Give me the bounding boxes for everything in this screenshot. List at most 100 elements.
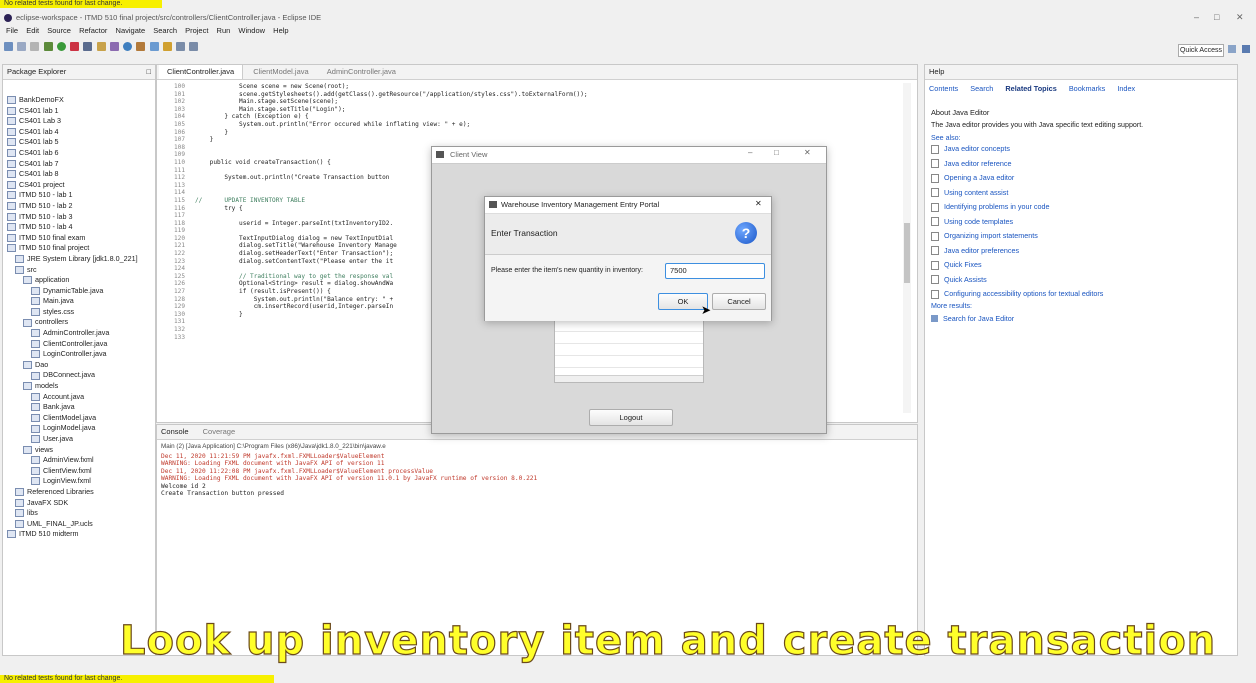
help-link[interactable]: Opening a Java editor bbox=[931, 171, 1231, 186]
menu-project[interactable]: Project bbox=[185, 26, 208, 35]
tree-item[interactable]: UML_FINAL_JP.ucls bbox=[7, 519, 153, 530]
forward-icon[interactable] bbox=[189, 42, 199, 51]
tree-item[interactable]: Account.java bbox=[7, 392, 153, 403]
cancel-button[interactable]: Cancel bbox=[712, 293, 766, 310]
dialog-close-button[interactable]: ✕ bbox=[755, 199, 762, 208]
tree-item[interactable]: ITMD 510 - lab 1 bbox=[7, 190, 153, 201]
menu-source[interactable]: Source bbox=[47, 26, 71, 35]
help-link[interactable]: Java editor concepts bbox=[931, 142, 1231, 157]
tree-item[interactable]: CS401 lab 4 bbox=[7, 127, 153, 138]
java-perspective-icon[interactable] bbox=[1242, 45, 1250, 53]
tree-item[interactable]: LoginController.java bbox=[7, 349, 153, 360]
search-toolbar-icon[interactable] bbox=[149, 42, 159, 51]
tree-item[interactable]: JavaFX SDK bbox=[7, 498, 153, 509]
help-link[interactable]: Java editor reference bbox=[931, 157, 1231, 172]
menu-refactor[interactable]: Refactor bbox=[79, 26, 107, 35]
save-icon[interactable] bbox=[17, 42, 27, 51]
help-related-topics-tab[interactable]: Related Topics bbox=[1005, 84, 1056, 93]
editor-tab-clientcontroller[interactable]: ClientController.java bbox=[159, 65, 244, 79]
tree-item[interactable]: User.java bbox=[7, 434, 153, 445]
tree-item[interactable]: CS401 lab 6 bbox=[7, 148, 153, 159]
tree-item[interactable]: ClientController.java bbox=[7, 339, 153, 350]
inventory-table[interactable] bbox=[554, 319, 704, 383]
menu-edit[interactable]: Edit bbox=[26, 26, 39, 35]
tree-item[interactable]: LoginView.fxml bbox=[7, 476, 153, 487]
client-view-maximize-button[interactable]: □ bbox=[774, 148, 779, 157]
tree-item[interactable]: application bbox=[7, 275, 153, 286]
back-icon[interactable] bbox=[176, 42, 186, 51]
menu-search[interactable]: Search bbox=[153, 26, 177, 35]
tree-item[interactable]: CS401 lab 5 bbox=[7, 137, 153, 148]
help-link[interactable]: Quick Fixes bbox=[931, 258, 1231, 273]
tree-item[interactable]: AdminController.java bbox=[7, 328, 153, 339]
tree-item[interactable]: ITMD 510 final project bbox=[7, 243, 153, 254]
new-icon[interactable] bbox=[4, 42, 13, 51]
menu-run[interactable]: Run bbox=[217, 26, 231, 35]
table-horizontal-scrollbar[interactable] bbox=[555, 375, 703, 382]
quick-access-box[interactable]: Quick Access bbox=[1178, 44, 1224, 57]
package-explorer-tab[interactable]: Package Explorer bbox=[7, 67, 66, 76]
tree-item[interactable]: CS401 lab 7 bbox=[7, 159, 153, 170]
help-link[interactable]: Using content assist bbox=[931, 186, 1231, 201]
tree-item[interactable]: JRE System Library [jdk1.8.0_221] bbox=[7, 254, 153, 265]
tree-item[interactable]: models bbox=[7, 381, 153, 392]
help-link[interactable]: Organizing import statements bbox=[931, 229, 1231, 244]
tree-item[interactable]: styles.css bbox=[7, 307, 153, 318]
tree-item[interactable]: ClientView.fxml bbox=[7, 466, 153, 477]
editor-scroll-thumb[interactable] bbox=[904, 223, 910, 283]
annotation-next-icon[interactable] bbox=[162, 42, 172, 51]
console-tab[interactable]: Console bbox=[161, 427, 189, 436]
tree-item[interactable]: controllers bbox=[7, 317, 153, 328]
help-link[interactable]: Using code templates bbox=[931, 215, 1231, 230]
console-output[interactable]: Dec 11, 2020 11:21:59 PM javafx.fxml.FXM… bbox=[157, 453, 917, 497]
external-tools-icon[interactable] bbox=[83, 42, 93, 51]
help-bookmarks-tab[interactable]: Bookmarks bbox=[1069, 84, 1106, 93]
menu-help[interactable]: Help bbox=[273, 26, 288, 35]
tree-item[interactable]: LoginModel.java bbox=[7, 423, 153, 434]
tree-item[interactable]: CS401 project bbox=[7, 180, 153, 191]
help-link[interactable]: Identifying problems in your code bbox=[931, 200, 1231, 215]
quantity-input[interactable]: 7500 bbox=[665, 263, 765, 279]
tree-item[interactable]: DynamicTable.java bbox=[7, 286, 153, 297]
editor-tab-admincontroller[interactable]: AdminController.java bbox=[319, 65, 404, 79]
new-package-icon[interactable] bbox=[109, 42, 119, 51]
tree-item[interactable]: CS401 lab 8 bbox=[7, 169, 153, 180]
editor-tab-clientmodel[interactable]: ClientModel.java bbox=[245, 65, 316, 79]
help-contents-tab[interactable]: Contents bbox=[929, 84, 958, 93]
tree-item[interactable]: Dao bbox=[7, 360, 153, 371]
client-view-close-button[interactable]: ✕ bbox=[804, 148, 811, 157]
maximize-button[interactable]: □ bbox=[1214, 12, 1219, 22]
tree-item[interactable]: Main.java bbox=[7, 296, 153, 307]
editor-vertical-scrollbar[interactable] bbox=[903, 83, 911, 413]
tree-item[interactable]: libs bbox=[7, 508, 153, 519]
help-index-tab[interactable]: Index bbox=[1117, 84, 1135, 93]
tree-item[interactable]: ITMD 510 final exam bbox=[7, 233, 153, 244]
tree-item[interactable]: src bbox=[7, 265, 153, 276]
tree-item[interactable]: DBConnect.java bbox=[7, 370, 153, 381]
tree-item[interactable]: BankDemoFX bbox=[7, 95, 153, 106]
tree-item[interactable]: Bank.java bbox=[7, 402, 153, 413]
help-search-tab[interactable]: Search bbox=[970, 84, 993, 93]
tree-item[interactable]: AdminView.fxml bbox=[7, 455, 153, 466]
help-tab[interactable]: Help bbox=[929, 67, 944, 76]
menu-navigate[interactable]: Navigate bbox=[116, 26, 146, 35]
coverage-tab[interactable]: Coverage bbox=[203, 427, 236, 436]
tree-item[interactable]: views bbox=[7, 445, 153, 456]
tree-item[interactable]: ITMD 510 midterm bbox=[7, 529, 153, 540]
open-type-icon[interactable] bbox=[136, 42, 146, 51]
help-link[interactable]: Quick Assists bbox=[931, 273, 1231, 288]
tree-item[interactable]: ITMD 510 - lab 2 bbox=[7, 201, 153, 212]
logout-button[interactable]: Logout bbox=[589, 409, 673, 426]
print-icon[interactable] bbox=[30, 42, 40, 51]
minimize-panel-icon[interactable]: □ bbox=[146, 65, 151, 79]
run-icon[interactable] bbox=[56, 42, 66, 51]
menu-window[interactable]: Window bbox=[238, 26, 265, 35]
tree-item[interactable]: CS401 lab 1 bbox=[7, 106, 153, 117]
debug-icon[interactable] bbox=[43, 42, 53, 51]
tree-item[interactable]: ClientModel.java bbox=[7, 413, 153, 424]
help-link[interactable]: Java editor preferences bbox=[931, 244, 1231, 259]
minimize-button[interactable]: – bbox=[1194, 12, 1199, 22]
tree-item[interactable]: CS401 Lab 3 bbox=[7, 116, 153, 127]
help-search-link[interactable]: Search for Java Editor bbox=[931, 314, 1231, 323]
new-class-icon[interactable] bbox=[123, 42, 133, 51]
